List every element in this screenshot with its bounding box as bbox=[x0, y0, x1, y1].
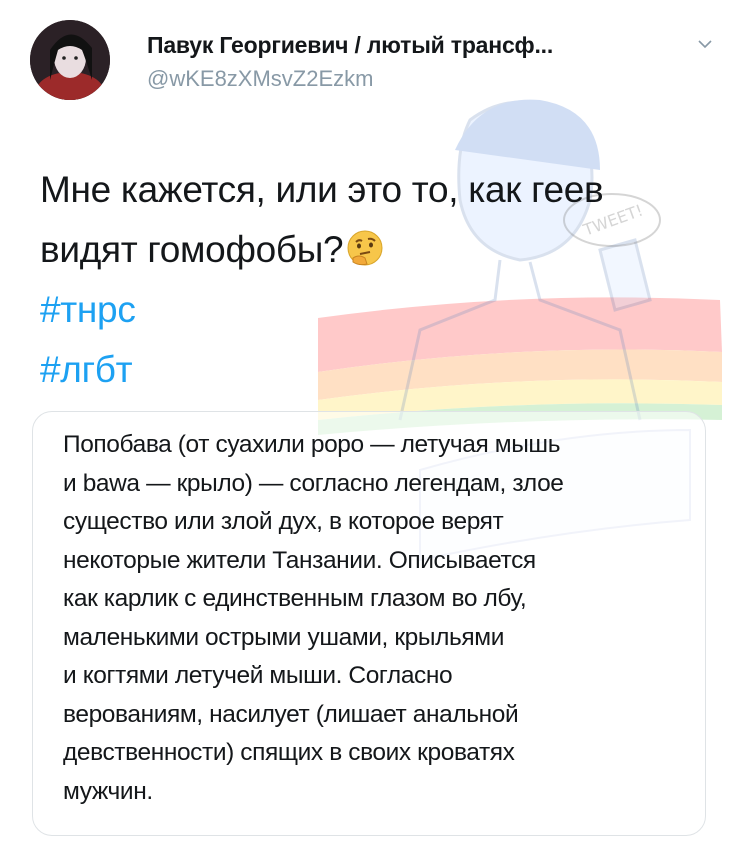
hashtag-link[interactable]: #лгбт bbox=[40, 340, 603, 400]
card-text-line: как карлик с единственным глазом во лбу, bbox=[63, 585, 527, 612]
card-text-line: существо или злой дух, в которое верят bbox=[63, 508, 504, 535]
quoted-text-card: Попобава (от суахили popo — летучая мышь… bbox=[32, 411, 706, 836]
author-handle[interactable]: @wKE8zXMsvZ2Ezkm bbox=[147, 66, 373, 92]
author-name[interactable]: Павук Георгиевич / лютый трансф... bbox=[147, 32, 553, 59]
card-text-line: маленькими острыми ушами, крыльями bbox=[63, 623, 504, 651]
thinking-face-icon bbox=[347, 230, 383, 266]
tweet-text-line-with-emoji: видят гомофобы? bbox=[40, 220, 603, 280]
tweet-text-line: видят гомофобы? bbox=[40, 229, 344, 270]
card-text-line: верованиям, насилует (лишает анальной bbox=[63, 700, 519, 728]
card-text-line: мужчин. bbox=[63, 777, 153, 805]
card-text: Попобава (от суахили popo — летучая мышь… bbox=[63, 426, 693, 811]
card-text-line: девственности) спящих в своих кроватях bbox=[63, 739, 515, 766]
tweet-text: Мне кажется, или это то, как геев видят … bbox=[40, 160, 604, 400]
card-text-line: и bawa — крыло) — согласно легендам, зло… bbox=[63, 469, 564, 497]
tweet-text-line: Мне кажется, или это то, как геев bbox=[40, 169, 604, 210]
tweet-header: Павук Георгиевич / лютый трансф... @wKE8… bbox=[30, 20, 720, 100]
author-avatar[interactable] bbox=[30, 20, 110, 100]
card-text-line: некоторые жители Танзании. Описывается bbox=[63, 546, 536, 574]
card-text-line: и когтями летучей мыши. Согласно bbox=[63, 662, 453, 689]
chevron-down-icon[interactable] bbox=[695, 34, 715, 54]
hashtag-link[interactable]: #тнрс bbox=[40, 280, 603, 340]
card-text-line: Попобава (от суахили popo — летучая мышь bbox=[63, 431, 561, 458]
